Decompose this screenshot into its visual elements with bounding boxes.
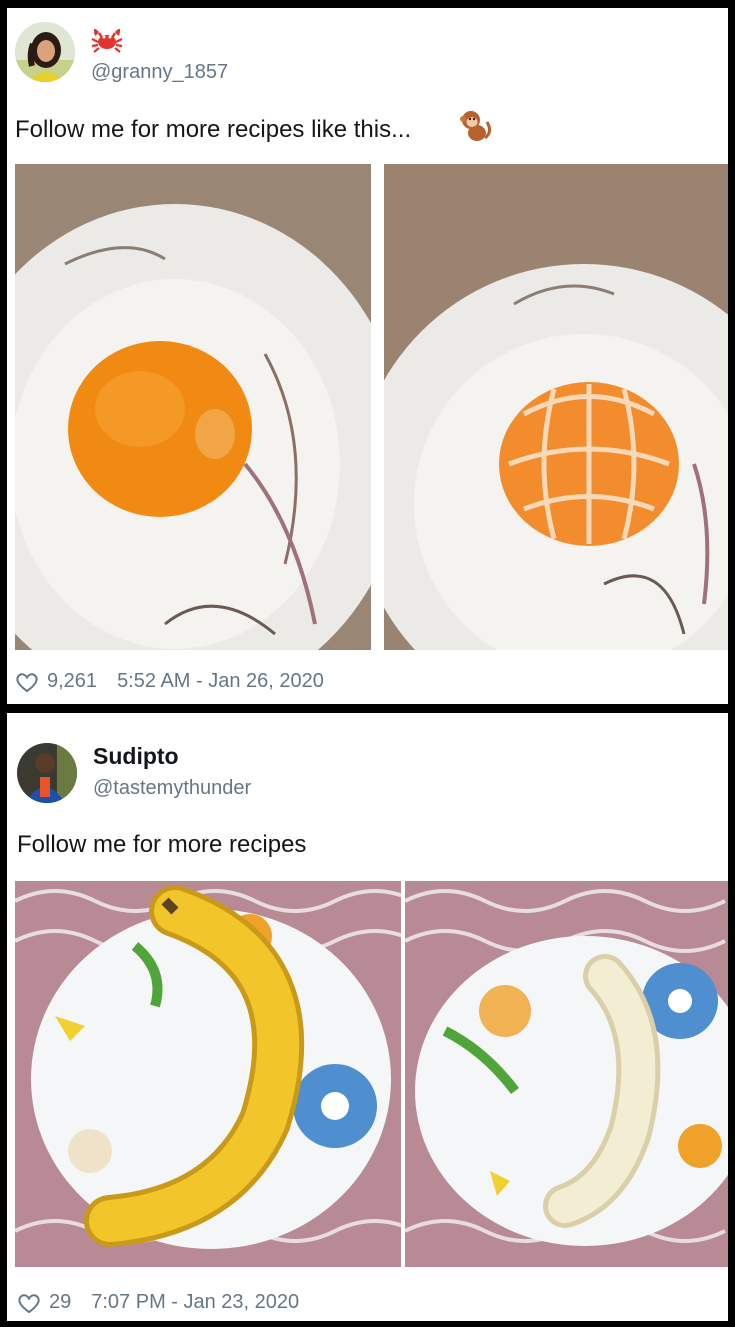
user-handle[interactable]: @granny_1857 — [91, 61, 228, 84]
heart-icon[interactable] — [15, 671, 39, 693]
crab-icon — [91, 28, 123, 53]
like-count: 9,261 — [47, 670, 98, 692]
like-count: 29 — [49, 1291, 72, 1313]
monkey-icon — [460, 111, 492, 141]
photo-orange[interactable] — [15, 164, 371, 650]
photo-banana[interactable] — [15, 881, 401, 1267]
tweet-card-granny: @granny_1857 Follow me for more recipes … — [7, 8, 728, 704]
user-handle[interactable]: @tastemythunder — [93, 777, 251, 800]
tweet-meta: 29 7:07 PM - Jan 23, 2020 — [17, 1291, 299, 1314]
tweet-meta: 9,261 5:52 AM - Jan 26, 2020 — [15, 670, 324, 693]
avatar[interactable] — [17, 743, 77, 803]
tweet-text: Follow me for more recipes like this... — [15, 116, 412, 143]
avatar[interactable] — [15, 22, 75, 82]
display-name[interactable]: Sudipto — [93, 743, 179, 770]
timestamp[interactable]: 5:52 AM - Jan 26, 2020 — [117, 670, 324, 693]
photo-peeled-orange[interactable] — [384, 164, 728, 650]
tweet-text: Follow me for more recipes — [17, 831, 307, 858]
tweet-card-sudipto: Sudipto @tastemythunder Follow me for mo… — [7, 713, 728, 1321]
screenshot-frame: @granny_1857 Follow me for more recipes … — [0, 0, 735, 1327]
photo-peeled-banana[interactable] — [405, 881, 728, 1267]
timestamp[interactable]: 7:07 PM - Jan 23, 2020 — [91, 1291, 299, 1314]
heart-icon[interactable] — [17, 1292, 41, 1314]
